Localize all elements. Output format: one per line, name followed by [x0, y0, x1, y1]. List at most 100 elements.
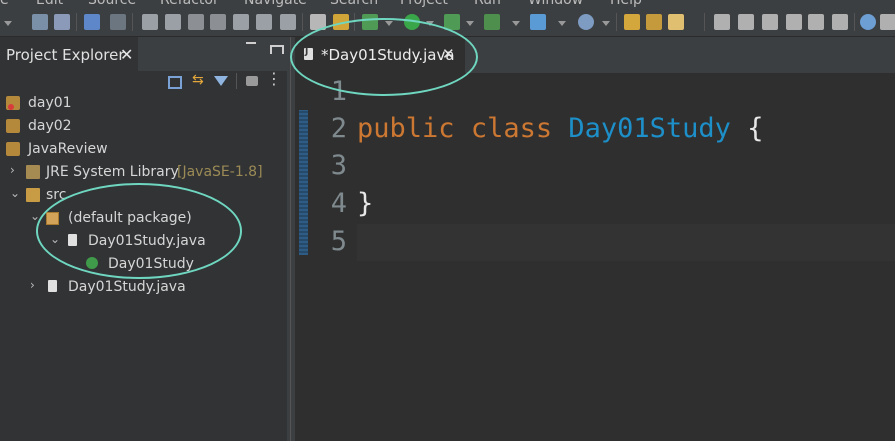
save-all-icon[interactable]: [54, 14, 70, 30]
suspend-icon[interactable]: [165, 14, 181, 30]
menu-file[interactable]: e: [0, 0, 9, 8]
menu-refactor[interactable]: Refactor: [160, 0, 219, 8]
debug-skip-icon[interactable]: [110, 14, 126, 30]
project-explorer-tabbar: Project Explorer ✕: [0, 37, 287, 71]
coverage-icon[interactable]: [444, 14, 460, 30]
collapse-all-icon[interactable]: [168, 76, 182, 89]
chevron-down-icon[interactable]: ⌄: [10, 186, 20, 200]
tree-item-label: day01: [28, 95, 72, 111]
menu-project[interactable]: Project: [400, 0, 448, 8]
toolbar-separator: [76, 13, 77, 31]
class-icon: [86, 257, 98, 269]
debug-icon[interactable]: [362, 14, 378, 30]
tree-item-label: Day01Study.java: [88, 233, 206, 249]
open-folder-icon[interactable]: [624, 14, 640, 30]
menu-navigate[interactable]: Navigate: [244, 0, 307, 8]
tab-project-explorer[interactable]: Project Explorer ✕: [0, 37, 138, 71]
java-file-icon: [304, 47, 313, 60]
block-selection-icon[interactable]: [786, 14, 802, 30]
dropdown-arrow-icon[interactable]: [426, 21, 434, 26]
toolbar-separator: [302, 13, 303, 31]
globe-icon[interactable]: [860, 14, 876, 30]
new-java-class-icon[interactable]: [530, 14, 546, 30]
line-number: 1: [330, 76, 347, 107]
dropdown-arrow-icon[interactable]: [4, 21, 12, 26]
code-line-4[interactable]: }: [357, 188, 373, 219]
project-explorer-toolbar: ⇆ ⋮: [0, 69, 287, 93]
chevron-down-icon[interactable]: ⌄: [50, 232, 60, 246]
dropdown-arrow-icon[interactable]: [602, 21, 610, 26]
menu-edit[interactable]: Edit: [36, 0, 63, 8]
keyword-public: public: [357, 113, 455, 144]
minimize-icon[interactable]: [246, 42, 256, 44]
menu-run[interactable]: Run: [474, 0, 501, 8]
project-icon: [6, 119, 20, 133]
chevron-right-icon[interactable]: ›: [10, 163, 15, 177]
disconnect-icon[interactable]: [210, 14, 226, 30]
code-line-2[interactable]: public class Day01Study {: [357, 113, 763, 144]
terminal-icon[interactable]: [84, 14, 100, 30]
toolbar-separator: [132, 13, 133, 31]
tree-item-label: src: [46, 187, 67, 203]
pin-icon[interactable]: [714, 14, 730, 30]
maximize-icon[interactable]: [270, 45, 284, 54]
external-tools-icon[interactable]: [484, 14, 500, 30]
step-over-icon[interactable]: [256, 14, 272, 30]
toggle-mark-occurrences-icon[interactable]: [762, 14, 778, 30]
dropdown-arrow-icon[interactable]: [385, 21, 393, 26]
dropdown-arrow-icon[interactable]: [466, 21, 474, 26]
open-type-icon[interactable]: [578, 14, 594, 30]
close-icon[interactable]: ✕: [120, 45, 133, 64]
menu-help[interactable]: Help: [610, 0, 642, 8]
line-number: 4: [330, 188, 347, 219]
toolbar-separator: [616, 13, 617, 31]
project-explorer-tab-label: Project Explorer: [6, 46, 125, 64]
tree-item-decoration: [JavaSE-1.8]: [177, 164, 263, 180]
menu-source[interactable]: Source: [88, 0, 136, 8]
link-with-editor-icon[interactable]: ⇆: [192, 72, 206, 88]
show-whitespace-icon[interactable]: [832, 14, 848, 30]
resume-icon[interactable]: [142, 14, 158, 30]
tree-item-label: JavaReview: [28, 141, 108, 157]
chevron-right-icon[interactable]: ›: [30, 278, 35, 292]
keyword-class: class: [470, 113, 553, 144]
word-wrap-icon[interactable]: [808, 14, 824, 30]
package-icon: [46, 212, 59, 225]
run-icon[interactable]: [404, 14, 420, 30]
view-menu-icon[interactable]: ⋮: [266, 69, 282, 88]
editor-tab-label: *Day01Study.java: [321, 46, 455, 64]
use-step-filters-icon[interactable]: [310, 14, 326, 30]
terminate-icon[interactable]: [188, 14, 204, 30]
menu-window[interactable]: Window: [528, 0, 583, 8]
java-file-icon: [48, 280, 57, 292]
error-badge-icon: [8, 104, 14, 110]
view-splitter[interactable]: [287, 37, 295, 441]
source-folder-icon: [26, 188, 40, 202]
chevron-down-icon[interactable]: ⌄: [30, 209, 40, 223]
close-icon[interactable]: ✕: [442, 45, 455, 63]
filter-icon[interactable]: [214, 76, 228, 86]
save-icon[interactable]: [32, 14, 48, 30]
tree-item-label: day02: [28, 118, 72, 134]
editor-tabbar: *Day01Study.java ✕: [295, 37, 895, 73]
dropdown-arrow-icon[interactable]: [558, 21, 566, 26]
main-toolbar: [0, 8, 895, 37]
step-return-icon[interactable]: [280, 14, 296, 30]
line-number: 2: [330, 113, 347, 144]
more-icon[interactable]: [880, 14, 895, 30]
toolbar-separator: [854, 13, 855, 31]
search-icon[interactable]: [646, 14, 662, 30]
next-annotation-icon[interactable]: [738, 14, 754, 30]
toolbar-separator: [704, 13, 705, 31]
focus-task-icon[interactable]: [246, 76, 258, 86]
java-file-icon: [68, 234, 77, 246]
step-into-icon[interactable]: [233, 14, 249, 30]
drop-frame-icon[interactable]: [333, 14, 349, 30]
pencil-icon[interactable]: [668, 14, 684, 30]
open-brace: {: [747, 113, 764, 144]
menu-bar: e Edit Source Refactor Navigate Search P…: [0, 0, 895, 8]
dropdown-arrow-icon[interactable]: [512, 21, 520, 26]
tab-day01study-java[interactable]: *Day01Study.java ✕: [295, 37, 465, 73]
close-brace: }: [357, 188, 374, 219]
menu-search[interactable]: Search: [330, 0, 378, 8]
